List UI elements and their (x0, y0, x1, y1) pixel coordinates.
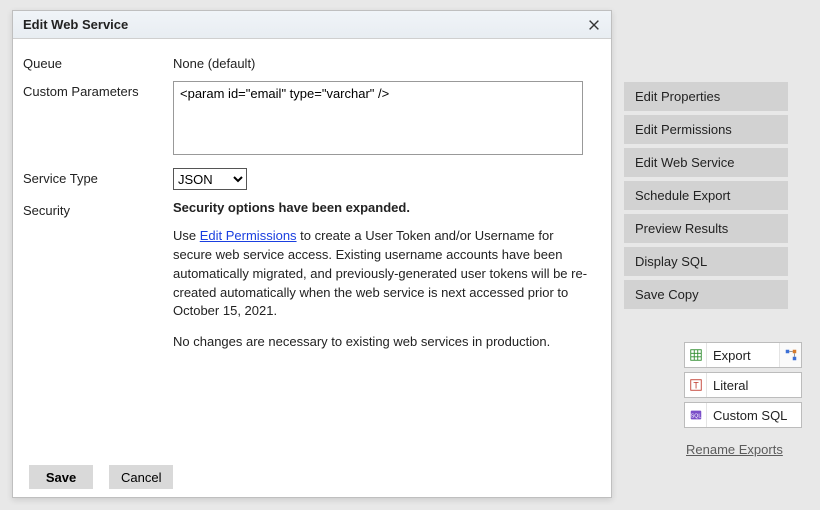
side-item-preview-results[interactable]: Preview Results (624, 214, 788, 243)
side-item-save-copy[interactable]: Save Copy (624, 280, 788, 309)
tool-label: Literal (707, 373, 801, 397)
side-item-label: Preview Results (635, 221, 728, 236)
svg-text:SQL: SQL (690, 414, 701, 420)
close-icon (587, 18, 601, 32)
side-item-label: Edit Properties (635, 89, 720, 104)
label-security: Security (23, 200, 173, 218)
grid-icon (685, 343, 707, 367)
security-p1-pre: Use (173, 228, 200, 243)
side-item-edit-permissions[interactable]: Edit Permissions (624, 115, 788, 144)
row-service-type: Service Type JSON (23, 168, 595, 190)
row-queue: Queue None (default) (23, 53, 595, 71)
save-button[interactable]: Save (29, 465, 93, 489)
dialog-title: Edit Web Service (23, 17, 585, 32)
side-item-schedule-export[interactable]: Schedule Export (624, 181, 788, 210)
tool-label: Export (707, 343, 779, 367)
row-security: Security Security options have been expa… (23, 200, 595, 364)
rename-exports-row: Rename Exports (684, 442, 802, 457)
security-block: Security options have been expanded. Use… (173, 200, 595, 364)
tool-label: Custom SQL (707, 403, 801, 427)
side-item-label: Edit Web Service (635, 155, 734, 170)
flow-icon (784, 348, 798, 362)
side-menu: Edit Properties Edit Permissions Edit We… (624, 82, 788, 313)
label-queue: Queue (23, 53, 173, 71)
side-item-label: Edit Permissions (635, 122, 732, 137)
dialog-header: Edit Web Service (13, 11, 611, 39)
value-queue: None (default) (173, 53, 595, 71)
close-button[interactable] (585, 16, 603, 34)
custom-params-input[interactable] (173, 81, 583, 155)
security-paragraph-1: Use Edit Permissions to create a User To… (173, 227, 593, 321)
cancel-button[interactable]: Cancel (109, 465, 173, 489)
dialog-body: Queue None (default) Custom Parameters S… (13, 39, 611, 364)
sql-icon: SQL (685, 403, 707, 427)
side-item-edit-properties[interactable]: Edit Properties (624, 82, 788, 111)
tools-panel: Export T Literal SQL Custom SQL (684, 342, 802, 457)
text-icon: T (685, 373, 707, 397)
row-custom-params: Custom Parameters (23, 81, 595, 158)
side-item-display-sql[interactable]: Display SQL (624, 247, 788, 276)
side-item-label: Display SQL (635, 254, 707, 269)
rename-exports-link[interactable]: Rename Exports (686, 442, 783, 457)
side-item-label: Save Copy (635, 287, 699, 302)
tool-export[interactable]: Export (684, 342, 802, 368)
security-heading: Security options have been expanded. (173, 200, 595, 215)
side-item-edit-web-service[interactable]: Edit Web Service (624, 148, 788, 177)
label-service-type: Service Type (23, 168, 173, 186)
label-custom-params: Custom Parameters (23, 81, 173, 99)
tool-custom-sql[interactable]: SQL Custom SQL (684, 402, 802, 428)
side-item-label: Schedule Export (635, 188, 730, 203)
service-type-select[interactable]: JSON (173, 168, 247, 190)
edit-permissions-link[interactable]: Edit Permissions (200, 228, 297, 243)
tool-literal[interactable]: T Literal (684, 372, 802, 398)
security-paragraph-2: No changes are necessary to existing web… (173, 333, 593, 352)
edit-web-service-dialog: Edit Web Service Queue None (default) Cu… (12, 10, 612, 498)
tool-export-split[interactable] (779, 343, 801, 367)
svg-text:T: T (693, 381, 699, 391)
dialog-footer: Save Cancel (29, 465, 173, 489)
